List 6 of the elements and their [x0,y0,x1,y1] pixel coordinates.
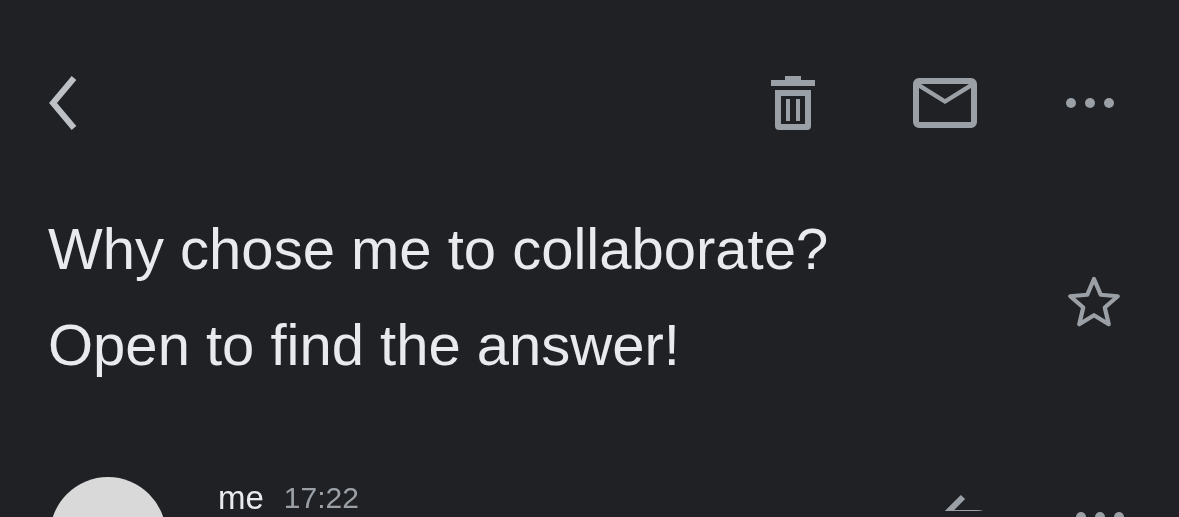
chevron-left-icon [48,75,78,131]
sender-name: me [218,483,264,513]
message-time: 17:22 [283,483,359,513]
more-icon [1065,97,1115,109]
envelope-icon [913,78,977,128]
email-subject: Why chose me to collaborate? Open to find the answer! [48,215,830,379]
